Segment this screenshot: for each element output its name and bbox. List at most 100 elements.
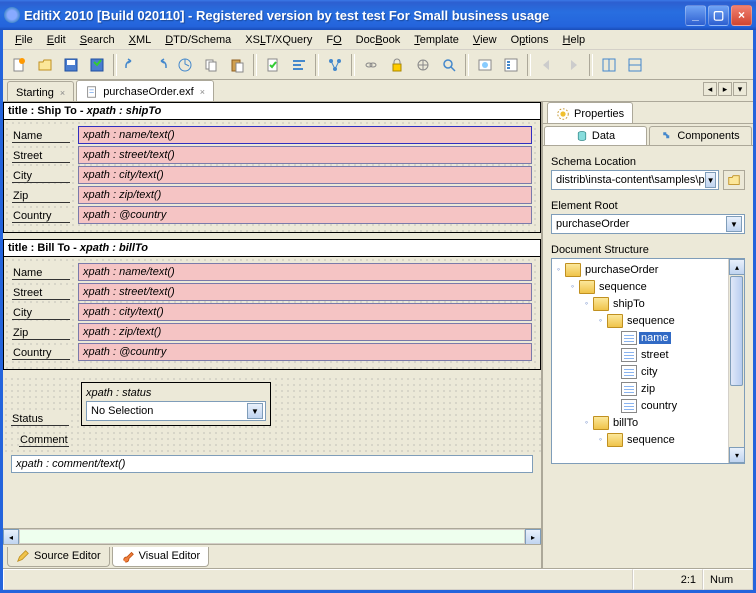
field-shipto-zip[interactable]: xpath : zip/text()	[78, 186, 532, 204]
split-h-button[interactable]	[597, 53, 621, 77]
menu-help[interactable]: Help	[557, 32, 592, 48]
undo-button[interactable]	[121, 53, 145, 77]
editor-panel: title : Ship To - xpath : shipTo Namexpa…	[3, 102, 543, 568]
field-billto-zip[interactable]: xpath : zip/text()	[78, 323, 532, 341]
tab-starting[interactable]: Starting×	[7, 81, 74, 101]
label-street: Street	[12, 148, 70, 163]
horizontal-scrollbar[interactable]: ◂▸	[3, 528, 541, 544]
field-shipto-street[interactable]: xpath : street/text()	[78, 146, 532, 164]
menu-options[interactable]: Options	[505, 32, 555, 48]
label-street: Street	[12, 285, 70, 300]
minimize-button[interactable]: _	[685, 5, 706, 26]
props-button[interactable]	[499, 53, 523, 77]
new-button[interactable]	[7, 53, 31, 77]
menu-fo[interactable]: FO	[320, 32, 347, 48]
save-all-button[interactable]	[85, 53, 109, 77]
transform-button[interactable]	[411, 53, 435, 77]
menu-xslt[interactable]: XSLT/XQuery	[239, 32, 318, 48]
forward-button[interactable]	[561, 53, 585, 77]
field-shipto-country[interactable]: xpath : @country	[78, 206, 532, 224]
chevron-down-icon[interactable]: ▼	[705, 172, 716, 188]
field-comment[interactable]: xpath : comment/text()	[11, 455, 533, 473]
search-button[interactable]	[437, 53, 461, 77]
section-billto: title : Bill To - xpath : billTo Namexpa…	[3, 239, 541, 370]
menu-template[interactable]: Template	[408, 32, 465, 48]
menu-search[interactable]: Search	[74, 32, 121, 48]
format-button[interactable]	[287, 53, 311, 77]
document-icon	[621, 399, 637, 413]
link-button[interactable]	[359, 53, 383, 77]
label-country: Country	[12, 345, 70, 360]
field-billto-country[interactable]: xpath : @country	[78, 343, 532, 361]
label-zip: Zip	[12, 325, 70, 340]
tab-visual-editor[interactable]: Visual Editor	[112, 547, 210, 567]
document-structure-tree[interactable]: ◦purchaseOrder ◦sequence ◦shipTo ◦sequen…	[551, 258, 745, 464]
folder-icon	[579, 280, 595, 294]
close-button[interactable]: ×	[731, 5, 752, 26]
brush-icon	[121, 549, 135, 563]
split-v-button[interactable]	[623, 53, 647, 77]
folder-icon	[593, 416, 609, 430]
lock-button[interactable]	[385, 53, 409, 77]
document-icon	[621, 382, 637, 396]
paste-button[interactable]	[225, 53, 249, 77]
menu-view[interactable]: View	[467, 32, 503, 48]
field-billto-name[interactable]: xpath : name/text()	[78, 263, 532, 281]
menu-dtd[interactable]: DTD/Schema	[159, 32, 237, 48]
subtab-components[interactable]: Components	[649, 126, 752, 145]
menu-edit[interactable]: Edit	[41, 32, 72, 48]
open-button[interactable]	[33, 53, 57, 77]
document-icon	[621, 365, 637, 379]
tree-button[interactable]	[323, 53, 347, 77]
window-title: EditiX 2010 [Build 020110] - Registered …	[24, 8, 685, 23]
database-icon	[576, 130, 588, 142]
tab-purchaseorder[interactable]: purchaseOrder.exf×	[76, 80, 214, 101]
close-icon[interactable]: ×	[200, 87, 205, 97]
element-root-label: Element Root	[551, 200, 745, 212]
tab-list-button[interactable]: ▾	[733, 82, 747, 96]
properties-tab[interactable]: Properties	[547, 102, 633, 123]
menu-file[interactable]: File	[9, 32, 39, 48]
vertical-scrollbar[interactable]: ▴ ▾	[728, 259, 744, 463]
copy-button[interactable]	[199, 53, 223, 77]
status-hint: xpath : status	[86, 387, 266, 399]
folder-icon	[607, 433, 623, 447]
document-icon	[621, 331, 637, 345]
redo-button[interactable]	[147, 53, 171, 77]
subtab-data[interactable]: Data	[544, 126, 647, 145]
schema-location-field[interactable]: distrib\insta-content\samples\purchaseOr…	[551, 170, 719, 190]
document-tabs: Starting× purchaseOrder.exf× ◂ ▸ ▾	[3, 80, 753, 102]
field-billto-city[interactable]: xpath : city/text()	[78, 303, 532, 321]
close-icon[interactable]: ×	[60, 88, 65, 98]
field-shipto-city[interactable]: xpath : city/text()	[78, 166, 532, 184]
browse-folder-button[interactable]	[723, 170, 745, 190]
repeat-button[interactable]	[173, 53, 197, 77]
back-button[interactable]	[535, 53, 559, 77]
label-status: Status	[11, 411, 69, 426]
pencil-icon	[16, 549, 30, 563]
folder-icon	[565, 263, 581, 277]
tab-next-button[interactable]: ▸	[718, 82, 732, 96]
tab-source-editor[interactable]: Source Editor	[7, 547, 110, 567]
field-shipto-name[interactable]: xpath : name/text()	[78, 126, 532, 144]
chevron-down-icon[interactable]: ▼	[247, 403, 263, 419]
folder-icon	[727, 173, 741, 187]
tab-prev-button[interactable]: ◂	[703, 82, 717, 96]
cursor-position: 2:1	[633, 569, 703, 590]
save-button[interactable]	[59, 53, 83, 77]
document-structure-label: Document Structure	[551, 244, 745, 256]
label-city: City	[12, 305, 70, 320]
chevron-down-icon[interactable]: ▼	[726, 216, 742, 232]
element-root-dropdown[interactable]: purchaseOrder▼	[551, 214, 745, 234]
field-billto-street[interactable]: xpath : street/text()	[78, 283, 532, 301]
menu-xml[interactable]: XML	[123, 32, 158, 48]
schema-location-label: Schema Location	[551, 156, 745, 168]
statusbar: 2:1 Num	[3, 568, 753, 590]
menu-docbook[interactable]: DocBook	[350, 32, 407, 48]
validate-button[interactable]	[261, 53, 285, 77]
maximize-button[interactable]: ▢	[708, 5, 729, 26]
titlebar: EditiX 2010 [Build 020110] - Registered …	[0, 0, 756, 30]
label-comment: Comment	[19, 432, 69, 447]
status-dropdown[interactable]: No Selection▼	[86, 401, 266, 421]
browse-button[interactable]	[473, 53, 497, 77]
